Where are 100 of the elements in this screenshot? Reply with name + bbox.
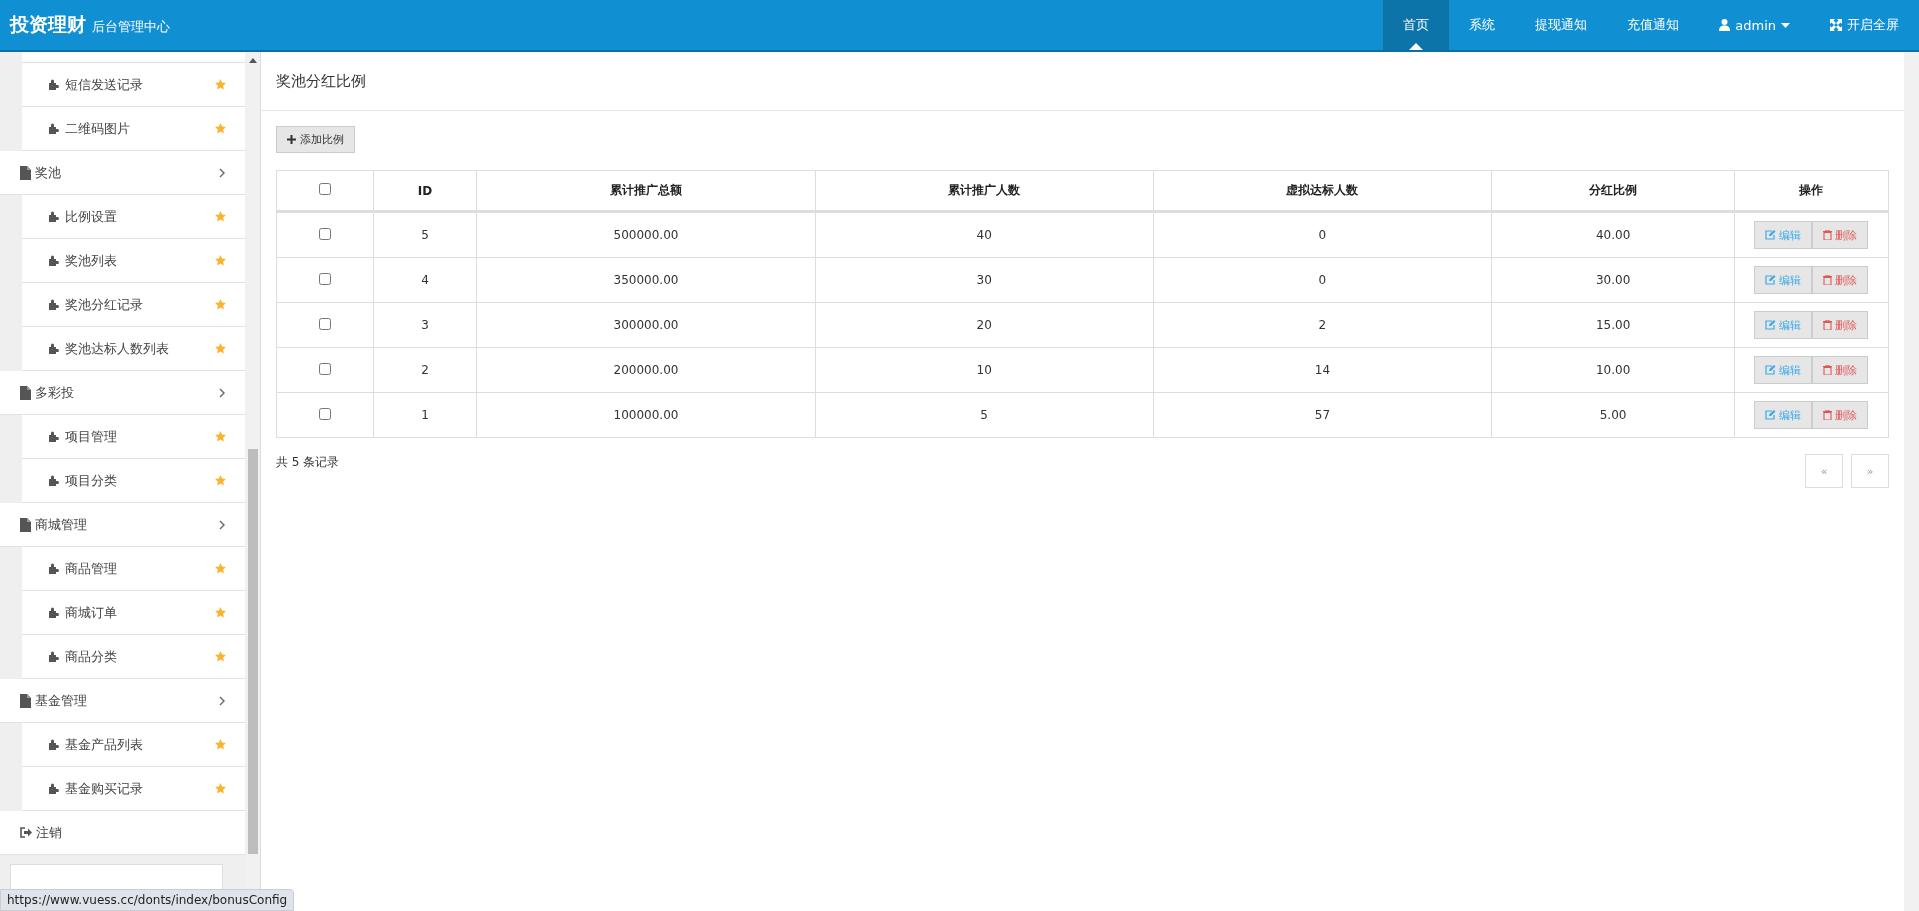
puzzle-icon [47,299,60,310]
column-header: 操作 [1734,170,1889,212]
sidebar-item[interactable]: 项目管理 [22,415,245,459]
nav-tab[interactable]: 首页 [1383,0,1450,50]
sidebar-item[interactable]: 基金产品列表 [22,723,245,767]
puzzle-icon [47,211,60,222]
sidebar-item[interactable]: 奖池分红记录 [22,283,245,327]
nav-tab[interactable]: 提现通知 [1515,0,1608,50]
table-cell: 0 [1153,257,1492,303]
table-cell: 4 [373,257,477,303]
column-header: ID [373,170,477,212]
sidebar-group[interactable]: 奖池 [0,151,245,195]
add-button[interactable]: 添加比例 [276,126,355,153]
table-cell: 15.00 [1491,302,1735,348]
sidebar-item[interactable]: 基金购买记录 [22,767,245,811]
star-icon [214,562,227,575]
table-cell: 10.00 [1491,347,1735,393]
url-tooltip: https://www.vuess.cc/donts/index/bonusConfig [0,889,295,911]
caret-icon [1781,22,1790,28]
table-cell: 5 [815,392,1154,438]
nav-tab[interactable]: 开启全屏 [1810,0,1919,50]
sidebar-group[interactable]: 多彩投 [0,371,245,415]
table-cell: 57 [1153,392,1492,438]
column-header: 累计推广总额 [476,170,816,212]
table-cell: 30 [815,257,1154,303]
trash-icon [1823,410,1833,420]
puzzle-icon [47,563,60,574]
chevron-right-icon [219,695,225,706]
edit-icon [1765,365,1777,375]
row-checkbox[interactable] [318,407,331,420]
sidebar-item[interactable]: 商品管理 [22,547,245,591]
puzzle-icon [47,783,60,794]
star-icon [214,122,227,135]
sign-out-icon [20,827,32,838]
table-cell: 10 [815,347,1154,393]
nav-tab[interactable]: admin [1699,0,1810,50]
sidebar-item[interactable]: 商品分类 [22,635,245,679]
puzzle-icon [47,343,60,354]
select-all-checkbox[interactable] [318,183,331,195]
table-cell: 1 [373,392,477,438]
table-cell: 0 [1153,211,1492,258]
trash-icon [1823,275,1833,285]
table-cell: 500000.00 [476,211,816,258]
record-count: 共 5 条记录 [276,454,340,471]
nav-tab[interactable]: 系统 [1449,0,1516,50]
scrollbar-thumb[interactable] [247,449,258,854]
star-icon [214,738,227,751]
table-cell: 40 [815,211,1154,258]
nav-tab[interactable]: 充值通知 [1607,0,1700,50]
puzzle-icon [47,651,60,662]
sidebar-item[interactable]: 二维码图片 [22,107,245,151]
sidebar-group[interactable]: 基金管理 [0,679,245,723]
star-icon [214,650,227,663]
table-cell: 40.00 [1491,211,1735,258]
column-header: 分红比例 [1491,170,1735,212]
column-header: 虚拟达标人数 [1153,170,1492,212]
plus-icon [287,135,296,144]
table-cell: 100000.00 [476,392,816,438]
sidebar-item[interactable]: 短信发送记录 [22,63,245,107]
table-cell: 3 [373,302,477,348]
table-cell: 5.00 [1491,392,1735,438]
puzzle-icon [47,255,60,266]
file-icon [20,517,31,532]
trash-icon [1823,230,1833,240]
brand-subtitle: 后台管理中心 [92,18,170,36]
sidebar-item[interactable]: 商城订单 [22,591,245,635]
fullscreen-icon [1830,19,1842,31]
logout-link[interactable]: 注销 [0,811,245,855]
star-icon [214,78,227,91]
sidebar-item[interactable]: 比例设置 [22,195,245,239]
puzzle-icon [47,79,60,90]
table-cell: 5 [373,211,477,258]
edit-icon [1765,410,1777,420]
table-cell: 2 [1153,302,1492,348]
table-cell: 30.00 [1491,257,1735,303]
table-cell: 300000.00 [476,302,816,348]
table-cell: 200000.00 [476,347,816,393]
table-cell: 20 [815,302,1154,348]
sidebar-item[interactable]: 奖池列表 [22,239,245,283]
star-icon [214,254,227,267]
edit-icon [1765,275,1777,285]
puzzle-icon [47,475,60,486]
sidebar-item[interactable]: 奖池达标人数列表 [22,327,245,371]
sidebar-group[interactable]: 商城管理 [0,503,245,547]
trash-icon [1823,365,1833,375]
star-icon [214,430,227,443]
sidebar-item[interactable]: 项目分类 [22,459,245,503]
table-cell: 14 [1153,347,1492,393]
star-icon [214,606,227,619]
row-checkbox[interactable] [318,362,331,375]
chevron-right-icon [219,387,225,398]
row-checkbox[interactable] [318,227,331,240]
edit-icon [1765,230,1777,240]
row-checkbox[interactable] [318,317,331,330]
star-icon [214,342,227,355]
puzzle-icon [47,607,60,618]
brand-title: 投资理财 [10,12,86,37]
table-cell: 2 [373,347,477,393]
row-checkbox[interactable] [318,272,331,285]
table-cell: 350000.00 [476,257,816,303]
